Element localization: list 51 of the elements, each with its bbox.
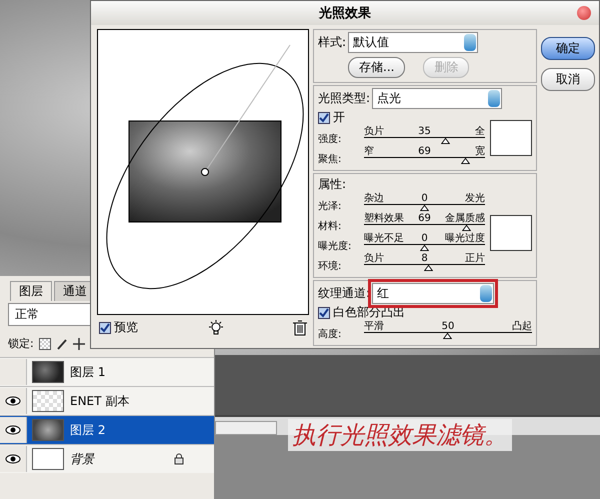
layer-name: 背景	[70, 450, 96, 468]
slider-min-label: 平滑	[364, 321, 385, 332]
slider-value: 0	[421, 193, 428, 204]
layer-row[interactable]: 图层 1	[0, 357, 214, 386]
slider-label: 光泽:	[318, 200, 342, 213]
slider-value: 0	[421, 233, 428, 244]
slider-label: 强度:	[318, 132, 342, 146]
slider-max-label: 正片	[464, 253, 485, 264]
slider-label: 高度:	[318, 328, 342, 341]
slider-max-label: 全	[474, 126, 485, 137]
style-button[interactable]: 存储...	[348, 57, 406, 78]
style-label: 样式:	[318, 34, 346, 51]
window-title: 光照效果	[319, 5, 371, 22]
light-type-dropdown[interactable]: 点光	[372, 88, 502, 109]
blend-mode-dropdown[interactable]: 正常	[8, 303, 92, 326]
slider-label: 聚焦:	[318, 153, 342, 166]
slider-label: 环境:	[318, 260, 342, 273]
layer-name: ENET 副本	[70, 392, 130, 410]
slider-min-label: 负片	[364, 253, 385, 264]
slider-value: 35	[418, 126, 431, 137]
slider-min-label: 杂边	[364, 193, 385, 204]
panel-tab[interactable]: 图层	[10, 281, 52, 301]
on-checkbox[interactable]: 开	[318, 109, 345, 126]
layer-row[interactable]: 背景	[0, 444, 214, 473]
slider-max-label: 发光	[464, 193, 485, 204]
slider-value: 8	[421, 253, 428, 264]
slider-label: 材料:	[318, 220, 342, 233]
style-dropdown[interactable]: 默认值	[348, 32, 478, 53]
slider-max-label: 凸起	[511, 321, 532, 332]
slider-min-label: 负片	[364, 126, 385, 137]
light-type-label: 光照类型:	[318, 90, 370, 107]
slider-min-label: 塑料效果	[364, 213, 405, 224]
layer-row[interactable]: 图层 2	[0, 415, 214, 444]
dialog-button[interactable]: 确定	[541, 37, 595, 60]
slider-min-label: 窄	[364, 146, 375, 157]
slider-max-label: 金属质感	[444, 213, 485, 224]
slider-value: 69	[418, 213, 431, 224]
caption-text: 执行光照效果滤镜。	[288, 419, 512, 451]
properties-title: 属性:	[318, 177, 346, 191]
layer-name: 图层 1	[70, 364, 106, 380]
slider-value: 50	[442, 321, 454, 332]
slider-value: 69	[418, 146, 431, 157]
dialog-button[interactable]: 取消	[541, 68, 595, 91]
lock-label: 锁定:	[8, 336, 34, 351]
slider-max-label: 曝光过度	[444, 233, 485, 244]
slider-label: 曝光度:	[318, 240, 352, 253]
layer-name: 图层 2	[70, 422, 106, 438]
preview-checkbox[interactable]: 预览	[99, 319, 138, 336]
slider-min-label: 曝光不足	[364, 233, 405, 244]
slider-max-label: 宽	[474, 146, 485, 157]
layer-row[interactable]: ENET 副本	[0, 386, 214, 415]
